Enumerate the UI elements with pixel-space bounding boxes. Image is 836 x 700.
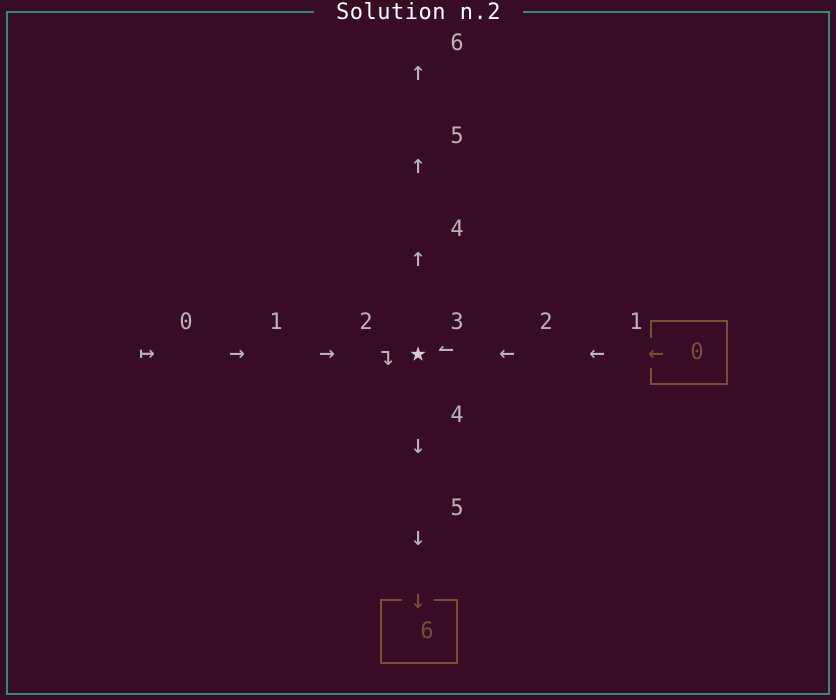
start-label: 0 [690, 340, 704, 365]
right-arrow-icon: → [319, 338, 335, 368]
down-arrow-icon: ↓ [410, 430, 426, 460]
level-label: 1 [269, 310, 283, 335]
level-label: 2 [539, 310, 553, 335]
up-arrow-icon: ↑ [410, 57, 426, 87]
down-arrow-icon: ↓ [410, 585, 426, 615]
level-label: 6 [450, 31, 464, 56]
level-label: 5 [450, 124, 464, 149]
level-label: 0 [179, 310, 193, 335]
left-arrow-icon: ← [648, 338, 664, 368]
level-label: 5 [450, 496, 464, 521]
window-title: Solution n.2 [314, 0, 523, 26]
goal-label: 6 [420, 619, 434, 644]
up-arrow-icon: ↑ [410, 243, 426, 273]
left-harpoon-icon: ↼ [438, 334, 454, 364]
left-arrow-icon: ← [589, 338, 605, 368]
left-arrow-icon: ← [499, 338, 515, 368]
level-label: 4 [450, 403, 464, 428]
up-arrow-icon: ↑ [410, 150, 426, 180]
right-arrow-icon: → [229, 338, 245, 368]
level-label: 2 [359, 310, 373, 335]
level-label: 4 [450, 217, 464, 242]
maps-to-arrow-icon: ↦ [139, 338, 155, 368]
down-arrow-icon: ↓ [410, 522, 426, 552]
level-label: 1 [629, 310, 643, 335]
